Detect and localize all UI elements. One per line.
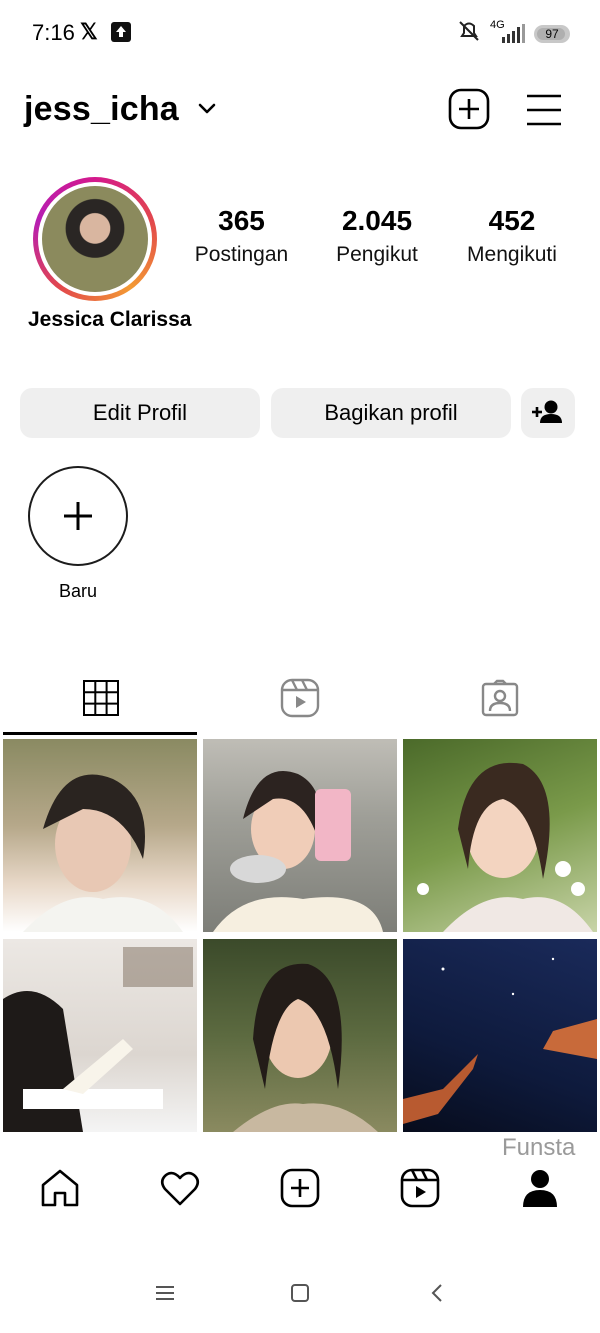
nav-reels[interactable] xyxy=(360,1160,480,1216)
menu-icon[interactable] xyxy=(145,1278,185,1308)
tab-reels[interactable] xyxy=(202,660,398,735)
reels-icon xyxy=(400,1168,440,1208)
display-name: Jessica Clarissa xyxy=(28,308,192,331)
post-photo xyxy=(23,774,183,932)
home-square-icon[interactable] xyxy=(280,1278,320,1308)
tab-tagged[interactable] xyxy=(402,660,598,735)
profile-actions: Edit Profil Bagikan profil xyxy=(0,388,600,438)
x-icon: 𝕏 xyxy=(80,19,98,44)
tab-grid[interactable] xyxy=(3,660,199,735)
post-photo xyxy=(3,947,193,1132)
content-tabs xyxy=(0,660,600,737)
post-photo xyxy=(403,957,597,1124)
grid-icon xyxy=(83,679,119,716)
discover-people-button[interactable] xyxy=(521,388,575,438)
stat-followers[interactable]: 2.045 Pengikut xyxy=(326,205,428,267)
grid-post[interactable] xyxy=(203,739,397,932)
stat-posts[interactable]: 365 Postingan xyxy=(190,205,293,267)
mute-icon xyxy=(456,20,482,47)
heart-icon xyxy=(160,1171,200,1206)
plus-icon xyxy=(64,502,92,530)
edit-profile-button[interactable]: Edit Profil xyxy=(20,388,260,438)
post-photo xyxy=(233,963,378,1132)
grid-post[interactable] xyxy=(3,739,197,932)
nav-activity[interactable] xyxy=(120,1160,240,1216)
profile-icon xyxy=(523,1170,557,1207)
grid-post[interactable] xyxy=(3,939,197,1132)
stat-following-label: Mengikuti xyxy=(467,243,557,266)
battery-icon: 97 xyxy=(534,24,570,43)
avatar-photo xyxy=(42,186,148,292)
add-person-icon xyxy=(532,400,562,423)
username[interactable]: jess_icha xyxy=(24,90,179,129)
signal-icon: 4G xyxy=(490,19,526,45)
stat-following[interactable]: 452 Mengikuti xyxy=(458,205,566,267)
back-icon[interactable] xyxy=(417,1278,457,1308)
chevron-down-icon[interactable] xyxy=(196,98,218,120)
post-photo xyxy=(417,762,593,932)
reels-tab-icon xyxy=(280,678,320,717)
post-grid xyxy=(0,737,600,1132)
tagged-icon xyxy=(481,679,519,716)
bottom-navigation xyxy=(0,1160,600,1216)
home-icon xyxy=(41,1169,79,1207)
nav-profile[interactable] xyxy=(480,1160,600,1216)
upload-notification-icon xyxy=(111,22,131,42)
active-tab-indicator xyxy=(3,732,197,735)
profile-summary: 365 Postingan 2.045 Pengikut 452 Mengiku… xyxy=(0,175,600,345)
nav-home[interactable] xyxy=(0,1160,120,1216)
post-photo xyxy=(213,771,383,932)
stat-following-value: 452 xyxy=(488,205,536,236)
avatar[interactable] xyxy=(33,177,157,301)
grid-post[interactable] xyxy=(403,939,597,1132)
share-profile-button[interactable]: Bagikan profil xyxy=(271,388,511,438)
profile-header: jess_icha xyxy=(0,80,600,144)
hamburger-menu-icon[interactable] xyxy=(526,92,562,128)
create-post-icon[interactable] xyxy=(448,88,490,130)
status-icons: 4G 97 xyxy=(456,19,570,47)
stat-followers-label: Pengikut xyxy=(336,243,418,266)
create-icon xyxy=(280,1168,320,1208)
grid-post[interactable] xyxy=(203,939,397,1132)
nav-create[interactable] xyxy=(240,1160,360,1216)
stat-followers-value: 2.045 xyxy=(341,205,413,236)
status-bar: 7:16 𝕏 4G 97 xyxy=(0,0,600,64)
new-highlight-button[interactable] xyxy=(28,466,128,566)
stat-posts-label: Postingan xyxy=(194,243,289,266)
grid-post[interactable] xyxy=(403,739,597,932)
system-navigation-bar xyxy=(0,1272,600,1312)
stat-posts-value: 365 xyxy=(218,205,265,236)
new-highlight-label: Baru xyxy=(58,581,98,601)
status-time: 7:16 xyxy=(32,20,75,45)
watermark-text: Funsta xyxy=(502,1134,576,1161)
